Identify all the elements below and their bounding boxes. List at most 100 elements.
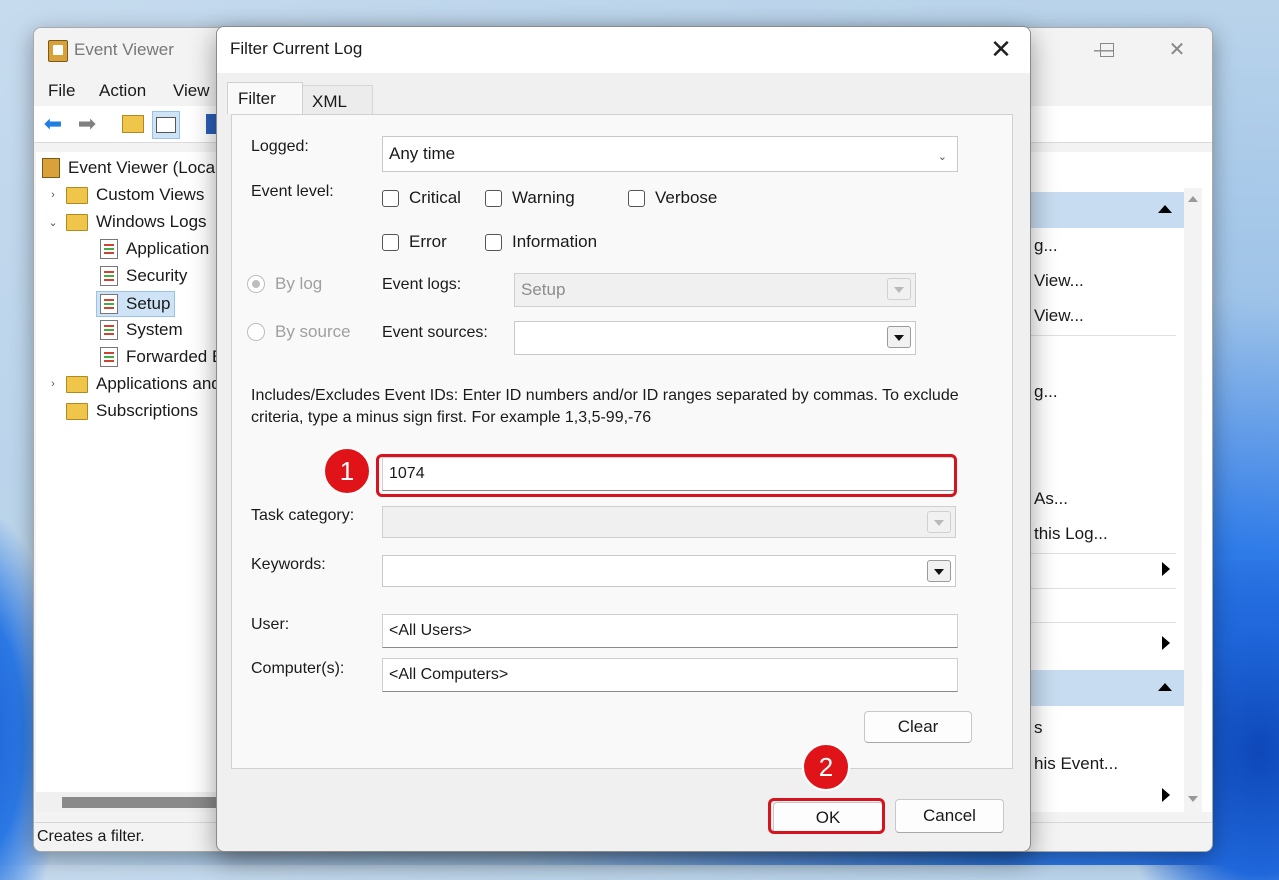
action-attach-task-event[interactable]: his Event... — [1034, 754, 1118, 774]
action-import-custom-view[interactable]: View... — [1034, 306, 1084, 326]
collapse-chevron-icon[interactable]: ⌄ — [46, 216, 60, 229]
chevron-down-icon: ⌄ — [938, 150, 947, 163]
keywords-label: Keywords: — [251, 556, 326, 574]
event-sources-select[interactable] — [514, 321, 916, 355]
checkbox-box[interactable] — [628, 190, 645, 207]
scroll-up-icon[interactable] — [1188, 196, 1198, 202]
computers-value: <All Computers> — [389, 666, 508, 684]
divider — [1028, 335, 1176, 336]
checkbox-box[interactable] — [485, 190, 502, 207]
checkbox-label: Verbose — [655, 188, 717, 208]
filter-panel: Logged: Any time ⌄ Event level: Critical… — [231, 114, 1013, 769]
radio-by-log[interactable]: By log — [247, 274, 322, 294]
cancel-button[interactable]: Cancel — [895, 799, 1004, 833]
tree-item-windows-logs[interactable]: ⌄ Windows Logs — [46, 210, 207, 234]
up-folder-icon[interactable] — [120, 111, 146, 137]
radio-by-source[interactable]: By source — [247, 322, 351, 342]
maximize-icon[interactable] — [1091, 36, 1121, 64]
collapse-up-icon[interactable] — [1158, 205, 1172, 213]
clear-button[interactable]: Clear — [864, 711, 972, 743]
tree-item-subscriptions[interactable]: Subscriptions — [66, 399, 198, 423]
tree-label: Application — [126, 239, 209, 259]
action-attach-task[interactable]: this Log... — [1034, 524, 1108, 544]
checkbox-box[interactable] — [485, 234, 502, 251]
menu-file[interactable]: File — [48, 81, 75, 101]
tree-horizontal-scrollbar[interactable] — [36, 792, 220, 812]
tree-label: Security — [126, 266, 187, 286]
radio-dot[interactable] — [247, 275, 265, 293]
radio-label: By source — [275, 322, 351, 342]
tree-item-custom-views[interactable]: › Custom Views — [46, 183, 204, 207]
tree-item-application[interactable]: Application — [100, 237, 209, 261]
submenu-arrow-icon[interactable] — [1162, 562, 1170, 576]
checkbox-label: Error — [409, 232, 447, 252]
submenu-arrow-icon[interactable] — [1162, 788, 1170, 802]
menu-view[interactable]: View — [173, 81, 210, 101]
action-save-all-events-as[interactable]: As... — [1034, 489, 1068, 509]
action-create-custom-view[interactable]: View... — [1034, 271, 1084, 291]
folder-icon — [66, 376, 88, 393]
checkbox-verbose[interactable]: Verbose — [628, 188, 717, 208]
close-icon[interactable]: ✕ — [984, 35, 1018, 65]
log-icon — [100, 320, 118, 340]
actions-vertical-scrollbar[interactable] — [1184, 188, 1202, 812]
filter-current-log-dialog: Filter Current Log ✕ Filter XML Logged: … — [216, 26, 1031, 852]
dialog-titlebar: Filter Current Log ✕ — [217, 27, 1030, 73]
log-icon — [100, 239, 118, 259]
tab-filter[interactable]: Filter — [227, 82, 303, 114]
event-viewer-icon — [42, 158, 60, 178]
computers-input[interactable]: <All Computers> — [382, 658, 958, 692]
logged-select[interactable]: Any time ⌄ — [382, 136, 958, 172]
checkbox-critical[interactable]: Critical — [382, 188, 461, 208]
event-logs-select[interactable]: Setup — [514, 273, 916, 307]
radio-label: By log — [275, 274, 322, 294]
back-arrow-icon[interactable]: ⬅ — [40, 111, 66, 137]
divider — [1028, 553, 1176, 554]
user-label: User: — [251, 616, 289, 634]
action-clear-log[interactable]: g... — [1034, 382, 1058, 402]
dropdown-arrow-icon[interactable] — [887, 326, 911, 348]
checkbox-error[interactable]: Error — [382, 232, 447, 252]
dropdown-arrow-icon[interactable] — [927, 560, 951, 582]
action-event-properties[interactable]: s — [1034, 718, 1043, 738]
actions-header-event[interactable] — [1028, 670, 1184, 706]
dialog-title: Filter Current Log — [230, 39, 362, 59]
scroll-down-icon[interactable] — [1188, 796, 1198, 802]
dropdown-arrow-icon[interactable] — [887, 278, 911, 300]
tree-label: Event Viewer (Local) — [68, 158, 225, 178]
user-input[interactable]: <All Users> — [382, 614, 958, 648]
show-hide-tree-icon[interactable] — [152, 111, 180, 139]
expand-chevron-icon[interactable]: › — [46, 189, 60, 201]
submenu-arrow-icon[interactable] — [1162, 636, 1170, 650]
log-icon — [100, 294, 118, 314]
tree-item-system[interactable]: System — [100, 318, 183, 342]
checkbox-box[interactable] — [382, 190, 399, 207]
dropdown-arrow-icon[interactable] — [927, 511, 951, 533]
window-close-icon[interactable]: ✕ — [1162, 36, 1192, 64]
checkbox-box[interactable] — [382, 234, 399, 251]
scrollbar-thumb[interactable] — [62, 797, 222, 808]
task-category-select[interactable] — [382, 506, 956, 538]
event-viewer-title: Event Viewer — [74, 40, 174, 60]
event-viewer-app-icon — [48, 40, 68, 62]
menu-action[interactable]: Action — [99, 81, 146, 101]
forward-arrow-icon[interactable]: ➡ — [74, 111, 100, 137]
action-open-saved-log[interactable]: g... — [1034, 236, 1058, 256]
logged-label: Logged: — [251, 138, 309, 156]
checkbox-label: Warning — [512, 188, 575, 208]
tree-label: Subscriptions — [96, 401, 198, 421]
checkbox-warning[interactable]: Warning — [485, 188, 575, 208]
radio-dot[interactable] — [247, 323, 265, 341]
step-1-badge: 1 — [323, 447, 371, 495]
folder-icon — [66, 187, 88, 204]
collapse-up-icon[interactable] — [1158, 683, 1172, 691]
tree-item-security[interactable]: Security — [100, 264, 187, 288]
keywords-select[interactable] — [382, 555, 956, 587]
tree-item-setup[interactable]: Setup — [96, 291, 175, 317]
actions-header-setup[interactable] — [1028, 192, 1184, 228]
tree-item-root[interactable]: Event Viewer (Local) — [42, 156, 225, 180]
tab-xml[interactable]: XML — [301, 85, 373, 117]
event-level-label: Event level: — [251, 183, 334, 201]
checkbox-information[interactable]: Information — [485, 232, 597, 252]
expand-chevron-icon[interactable]: › — [46, 378, 60, 390]
